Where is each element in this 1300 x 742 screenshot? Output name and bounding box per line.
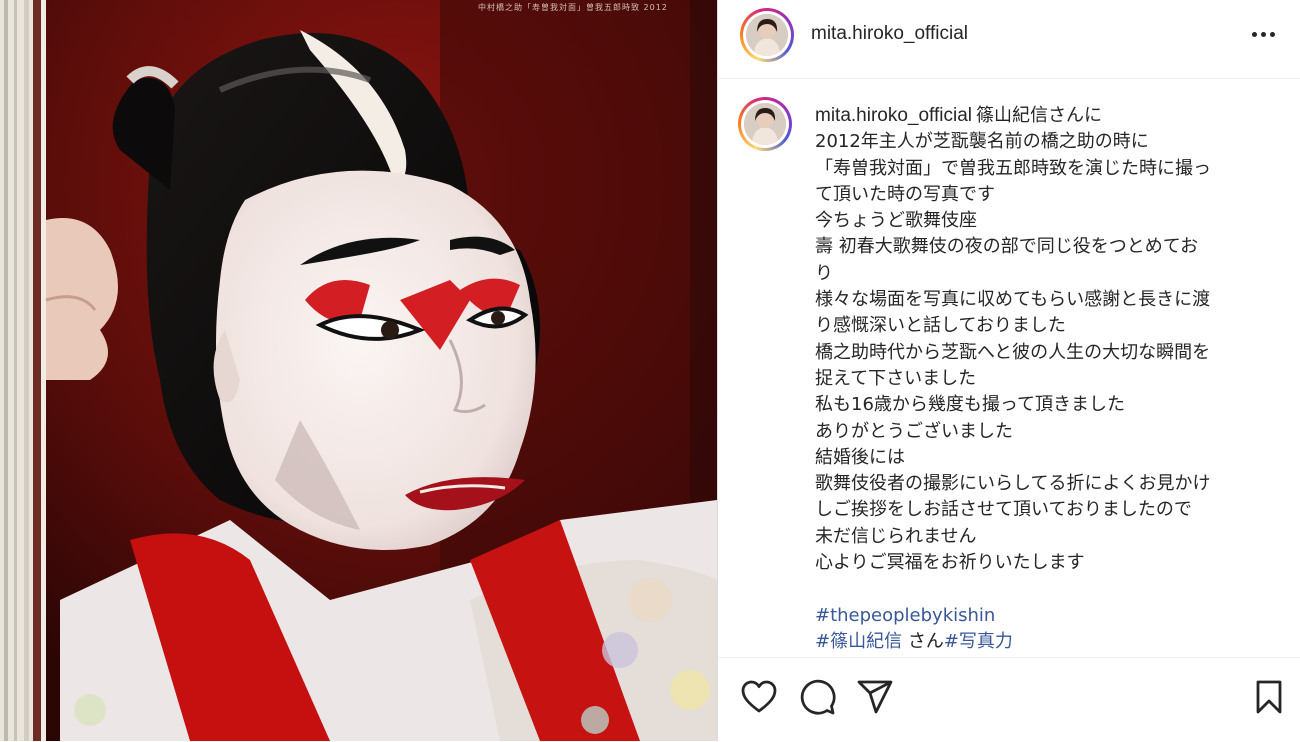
caption-section: mita.hiroko_official 篠山紀信さんに 2012年主人が芝翫襲名… (718, 79, 1300, 657)
profile-avatar[interactable] (740, 8, 794, 62)
caption-first-line: mita.hiroko_official 篠山紀信さんに (815, 105, 1103, 126)
hashtag-link[interactable]: #写真力 (944, 631, 1013, 652)
post-side-panel: mita.hiroko_official mita.hiroko_officia… (717, 0, 1300, 741)
caption-username[interactable]: mita.hiroko_official (815, 105, 972, 126)
caption-line: 様々な場面を写真に収めてもらい感謝と長きに渡 (815, 289, 1211, 311)
hashtag-line: #thepeoplebykishin (815, 603, 1270, 629)
caption-line: 今ちょうど歌舞伎座 (815, 210, 977, 232)
more-options-icon[interactable] (1243, 22, 1283, 46)
caption-line: て頂いた時の写真です (815, 183, 995, 205)
share-icon[interactable] (856, 678, 894, 716)
hashtag-suffix: さん (902, 630, 944, 652)
hashtag-line: #篠山紀信 さん#写真力 (815, 629, 1270, 655)
heart-icon[interactable] (740, 678, 778, 716)
caption-line: 壽 初春大歌舞伎の夜の部で同じ役をつとめてお (815, 236, 1199, 258)
caption-avatar-photo (744, 103, 786, 145)
caption-line: 私も16歳から幾度も撮って頂きました (815, 394, 1126, 416)
caption-line: 捉えて下さいました (815, 367, 977, 389)
comment-icon[interactable] (798, 678, 836, 716)
hashtag-link[interactable]: #thepeoplebykishin (815, 605, 995, 626)
post-header: mita.hiroko_official (718, 0, 1300, 79)
caption-line: 未だ信じられません (815, 525, 977, 547)
header-username[interactable]: mita.hiroko_official (811, 23, 968, 45)
caption-line: 結婚後には (815, 446, 905, 468)
caption-line: 橋之助時代から芝翫へと彼の人生の大切な瞬間を (815, 341, 1211, 363)
avatar-photo (746, 14, 788, 56)
bookmark-icon[interactable] (1250, 678, 1288, 716)
photo-print-caption: 中村橋之助「寿曽我対面」曽我五郎時致 2012 (478, 3, 668, 12)
caption-line: り (815, 262, 833, 284)
post-photo[interactable]: 中村橋之助「寿曽我対面」曽我五郎時致 2012 (0, 0, 717, 741)
caption-line: 2012年主人が芝翫襲名前の橋之助の時に (815, 131, 1149, 153)
caption-line: ありがとうございました (815, 420, 1013, 442)
caption-line: 心よりご冥福をお祈りいたします (815, 552, 1085, 574)
caption-text: mita.hiroko_official 篠山紀信さんに 2012年主人が芝翫襲名… (815, 103, 1270, 655)
caption-line: しご挨拶をしお話させて頂いておりましたので (815, 499, 1192, 521)
caption-avatar[interactable] (738, 97, 792, 151)
instagram-post: 中村橋之助「寿曽我対面」曽我五郎時致 2012 mita.hiroko_offi… (0, 0, 1300, 741)
kabuki-portrait-image (0, 0, 717, 741)
caption-line: り感慨深いと話しておりました (815, 315, 1066, 337)
post-actions-bar (718, 657, 1300, 742)
caption-line: 歌舞伎役者の撮影にいらしてる折によくお見かけ (815, 473, 1211, 495)
caption-line: 「寿曽我対面」で曽我五郎時致を演じた時に撮っ (815, 157, 1211, 179)
hashtag-link[interactable]: #篠山紀信 (815, 631, 902, 652)
